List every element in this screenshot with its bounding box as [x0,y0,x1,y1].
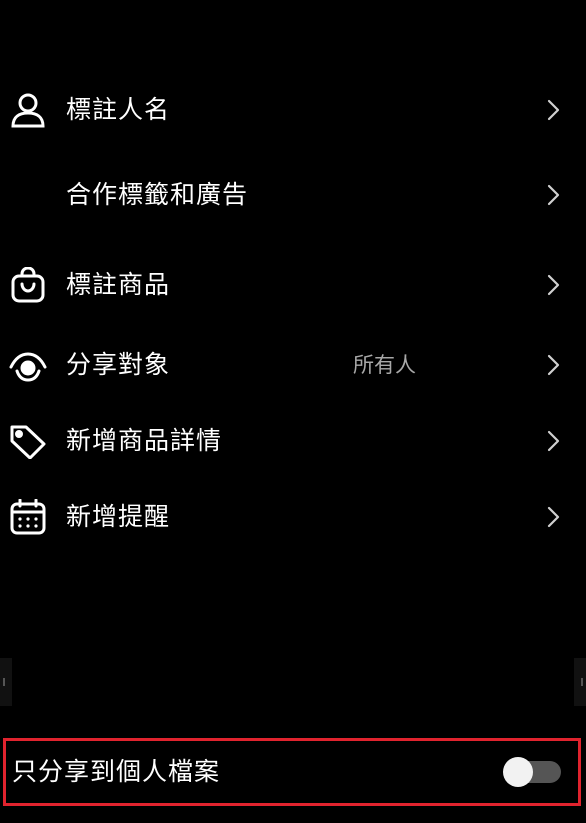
chevron-right-icon [543,273,563,297]
add-product-details-row[interactable]: 新增商品詳情 [0,411,586,471]
eye-icon [8,347,48,383]
tag-people-label: 標註人名 [66,95,171,124]
add-product-details-label: 新增商品詳情 [66,426,223,455]
tag-products-row[interactable]: 標註商品 [0,255,586,315]
tag-people-row[interactable]: 標註人名 [0,80,586,140]
tag-icon [8,423,48,459]
profile-only-label: 只分享到個人檔案 [12,757,221,786]
chevron-right-icon [543,183,563,207]
tag-products-label: 標註商品 [66,270,171,299]
shopping-bag-icon [8,267,48,303]
person-icon [8,92,48,128]
audience-label: 分享對象 [66,350,171,379]
add-reminder-label: 新增提醒 [66,502,171,531]
chevron-right-icon [543,429,563,453]
audience-row[interactable]: 分享對象 所有人 [0,335,586,395]
profile-only-toggle[interactable] [503,757,563,787]
toggle-knob [503,757,533,787]
audience-value: 所有人 [353,353,416,377]
partnership-ads-label: 合作標籤和廣告 [66,180,249,209]
calendar-icon [8,499,48,535]
add-reminder-row[interactable]: 新增提醒 [0,487,586,547]
chevron-right-icon [543,505,563,529]
left-edge-handle[interactable] [0,658,12,706]
right-edge-handle[interactable] [574,658,586,706]
chevron-right-icon [543,353,563,377]
chevron-right-icon [543,98,563,122]
profile-only-row: 只分享到個人檔案 [3,738,581,806]
partnership-ads-row[interactable]: 合作標籤和廣告 [0,165,586,225]
